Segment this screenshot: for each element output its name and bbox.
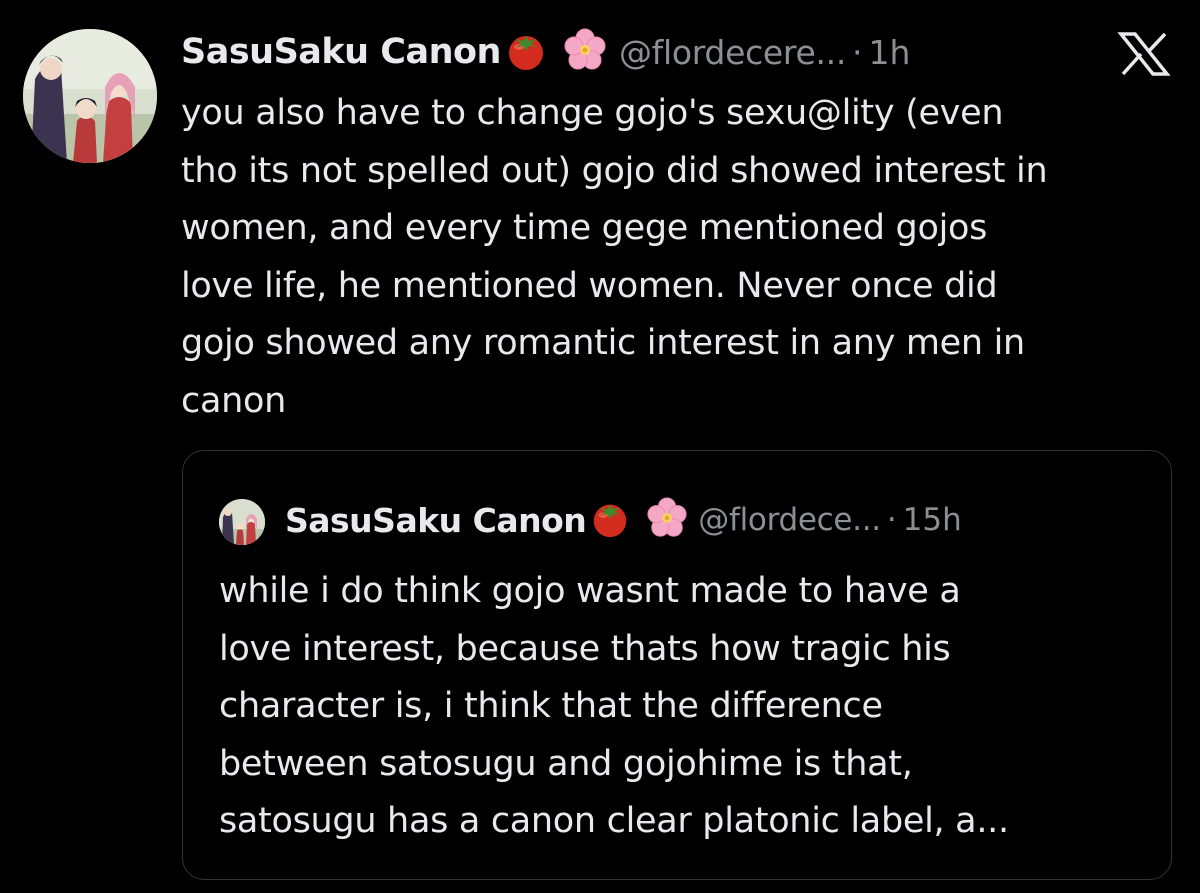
author-name[interactable]: SasuSaku Canon [181,32,501,72]
quoted-text-line: satosugu has a canon clear platonic labe… [219,801,1009,841]
tweet-text-line: women, and every time gege mentioned goj… [181,208,988,248]
tomato-emoji [503,27,549,77]
quoted-text-line: character is, i think that the differenc… [219,686,883,726]
tweet-header: SasuSaku Canon @flordecere... · 1h [181,27,910,77]
separator-dot: · [886,502,897,538]
tweet-text-line: gojo showed any romantic interest in any… [181,323,1025,363]
author-handle[interactable]: @flordecere... [619,33,846,72]
quoted-tweet-card[interactable]: SasuSaku Canon @flordece... · 15h while … [182,450,1172,880]
tweet-text-line: tho its not spelled out) gojo did showed… [181,150,1048,191]
tomato-emoji [588,496,632,544]
avatar[interactable] [23,29,157,163]
quoted-timestamp[interactable]: 15h [903,502,962,538]
quoted-author-name[interactable]: SasuSaku Canon [285,501,587,540]
avatar-image [23,29,157,163]
quoted-avatar[interactable] [219,499,265,545]
quoted-text-line: while i do think gojo wasnt made to have… [219,571,961,611]
quoted-avatar-image [219,499,265,545]
cherry-blossom-emoji [646,497,688,543]
quoted-text-line: between satosugu and gojohime is that, [219,743,913,784]
quoted-tweet-header: SasuSaku Canon @flordece... · 15h [285,494,962,546]
tweet-text-line: you also have to change gojo's sexu@lity… [181,93,1004,133]
x-logo-icon [1117,32,1171,76]
quoted-tweet-text: while i do think gojo wasnt made to have… [219,563,1159,851]
tweet-text-line: canon [181,380,286,421]
quoted-author-handle[interactable]: @flordece... [698,502,881,538]
tweet-text-line: love life, he mentioned women. Never onc… [181,265,998,306]
cherry-blossom-emoji [563,28,607,76]
tweet-text: you also have to change gojo's sexu@lity… [181,85,1181,430]
timestamp[interactable]: 1h [869,33,911,72]
separator-dot: · [852,32,863,72]
quoted-text-line: love interest, because thats how tragic … [219,628,951,669]
